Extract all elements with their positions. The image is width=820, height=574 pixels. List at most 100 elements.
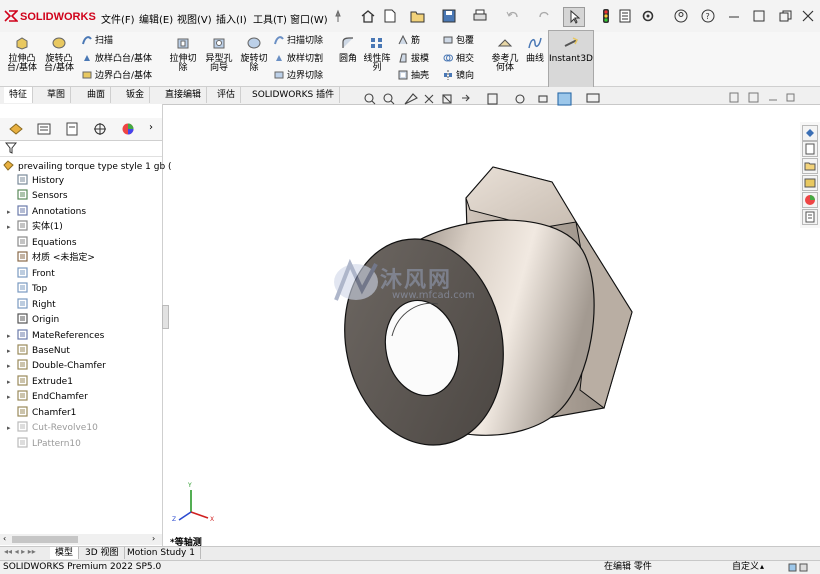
tree-item[interactable]: History (7, 174, 64, 187)
tab-model[interactable]: 模型 (50, 547, 80, 559)
status-indicator-icons[interactable] (788, 563, 814, 572)
expand-arrow-icon[interactable]: ▸ (7, 376, 17, 388)
tree-item[interactable]: Right (7, 297, 56, 311)
close-icon[interactable] (800, 9, 816, 23)
appearances-icon[interactable] (802, 192, 818, 208)
scroll-right-icon[interactable]: › (152, 534, 155, 543)
tree-item[interactable]: Equations (7, 236, 77, 249)
tab-features[interactable]: 特征 (4, 87, 34, 103)
minimize-icon[interactable] (726, 9, 742, 23)
tree-item[interactable]: LPattern10 (7, 437, 81, 450)
menu-view[interactable]: 视图(V) (177, 11, 212, 26)
scroll-left-icon[interactable]: ‹ (3, 534, 6, 543)
hex-nut-model[interactable] (326, 166, 633, 460)
sweep-button[interactable]: 扫描 (82, 35, 113, 46)
linear-pattern-button[interactable]: 线性阵 列 (362, 36, 392, 73)
wrap-button[interactable]: 包覆 (443, 35, 474, 46)
revolve-boss-button[interactable]: 旋转凸 台/基体 (42, 36, 76, 73)
expand-arrow-icon[interactable]: ▸ (7, 221, 17, 233)
expand-arrow-icon[interactable]: ▸ (7, 345, 17, 357)
horizontal-scrollbar[interactable]: ‹ › (0, 534, 162, 545)
tab-surfaces[interactable]: 曲面 (82, 87, 112, 103)
traffic-light-icon[interactable] (598, 9, 614, 23)
expand-arrow-icon[interactable]: ▸ (7, 360, 17, 372)
menu-insert[interactable]: 插入(I) (216, 11, 247, 26)
viewport-window-controls[interactable] (729, 92, 799, 104)
tree-item[interactable]: 材质 <未指定> (7, 251, 95, 264)
reference-geometry-button[interactable]: 参考几 何体 (489, 36, 521, 73)
instant3d-button[interactable]: Instant3D (548, 30, 594, 88)
tab-3d-views[interactable]: 3D 视图 (80, 547, 125, 559)
new-document-icon[interactable] (382, 9, 398, 23)
heads-up-view-toolbar[interactable] (363, 92, 613, 106)
tab-sketch[interactable]: 草图 (42, 87, 72, 103)
view-palette-icon[interactable] (802, 175, 818, 191)
save-icon[interactable] (441, 9, 457, 23)
tree-item[interactable]: ▸ MateReferences (7, 328, 104, 342)
tab-motion-study[interactable]: Motion Study 1 (122, 547, 201, 559)
status-units[interactable]: 自定义 (732, 561, 759, 573)
tab-direct-editing[interactable]: 直接编辑 (160, 87, 208, 103)
menu-tools[interactable]: 工具(T) (253, 11, 287, 26)
hole-wizard-button[interactable]: 异型孔 向导 (202, 36, 236, 73)
menu-file[interactable]: 文件(F) (101, 11, 135, 26)
tab-solidworks-addins[interactable]: SOLIDWORKS 插件 (247, 87, 341, 103)
filter-icon[interactable] (5, 142, 17, 154)
curves-button[interactable]: 曲线 (524, 36, 546, 64)
tree-item[interactable]: Sensors (7, 189, 68, 202)
property-manager-tab-icon[interactable] (36, 122, 52, 136)
solidworks-resources-icon[interactable] (802, 125, 818, 141)
tab-sheet-metal[interactable]: 钣金 (121, 87, 151, 103)
home-icon[interactable] (360, 9, 376, 23)
lofted-cut-button[interactable]: 放样切割 (274, 53, 323, 64)
revolve-cut-button[interactable]: 旋转切 除 (238, 36, 270, 73)
tree-item[interactable]: Top (7, 282, 47, 295)
configuration-manager-tab-icon[interactable] (64, 122, 80, 136)
extrude-boss-button[interactable]: 拉伸凸 台/基体 (6, 36, 38, 73)
shell-button[interactable]: 抽壳 (398, 70, 429, 81)
tree-item[interactable]: ▸ BaseNut (7, 344, 70, 357)
design-library-icon[interactable] (802, 141, 818, 157)
undo-icon[interactable] (505, 9, 521, 23)
tree-item[interactable]: ▸ EndChamfer (7, 390, 88, 403)
mirror-button[interactable]: 镜向 (443, 70, 474, 81)
units-dropdown-icon[interactable]: ▴ (760, 561, 764, 573)
menu-edit[interactable]: 编辑(E) (139, 11, 173, 26)
expand-arrow-icon[interactable]: ▸ (7, 422, 17, 434)
pin-icon[interactable] (330, 9, 346, 23)
tree-item[interactable]: ▸ Cut-Revolve10 (7, 421, 98, 434)
expand-arrow-icon[interactable]: ▸ (7, 206, 17, 218)
redo-icon[interactable] (536, 9, 552, 23)
tab-evaluate[interactable]: 评估 (212, 87, 242, 103)
swept-cut-button[interactable]: 扫描切除 (274, 35, 323, 46)
user-account-icon[interactable] (673, 9, 689, 23)
menu-window[interactable]: 窗口(W) (290, 11, 328, 26)
restore-icon[interactable] (777, 9, 793, 23)
extrude-cut-button[interactable]: 拉伸切 除 (166, 36, 200, 73)
panel-tabs-arrow-icon[interactable]: › (149, 122, 153, 133)
draft-button[interactable]: 拔模 (398, 53, 429, 64)
select-button[interactable] (563, 7, 585, 27)
maximize-icon[interactable] (751, 9, 767, 23)
intersect-button[interactable]: 相交 (443, 53, 474, 64)
open-folder-icon[interactable] (410, 9, 426, 23)
tree-item[interactable]: Chamfer1 (7, 406, 76, 419)
tree-root[interactable]: prevailing torque type style 1 gb ( (3, 160, 172, 173)
graphics-area[interactable]: Y X Z (163, 106, 800, 546)
custom-properties-icon[interactable] (802, 209, 818, 225)
tab-scroll-arrows-icon[interactable]: ◂◂ ◂ ▸ ▸▸ (4, 547, 36, 556)
file-explorer-icon[interactable] (802, 158, 818, 174)
print-icon[interactable] (472, 9, 488, 23)
expand-arrow-icon[interactable]: ▸ (7, 391, 17, 403)
tree-item[interactable]: ▸ Annotations (7, 205, 86, 218)
scrollbar-thumb[interactable] (12, 536, 78, 543)
display-manager-tab-icon[interactable] (120, 122, 136, 136)
feature-manager-tab-icon[interactable] (8, 122, 24, 136)
tree-item[interactable]: Origin (7, 313, 59, 326)
loft-button[interactable]: 放样凸台/基体 (82, 53, 152, 64)
boundary-cut-button[interactable]: 边界切除 (274, 70, 323, 81)
boundary-boss-button[interactable]: 边界凸台/基体 (82, 70, 152, 81)
dimxpert-tab-icon[interactable] (92, 122, 108, 136)
tree-item[interactable]: ▸ Double-Chamfer (7, 359, 106, 372)
fillet-button[interactable]: 圆角 (335, 36, 361, 64)
